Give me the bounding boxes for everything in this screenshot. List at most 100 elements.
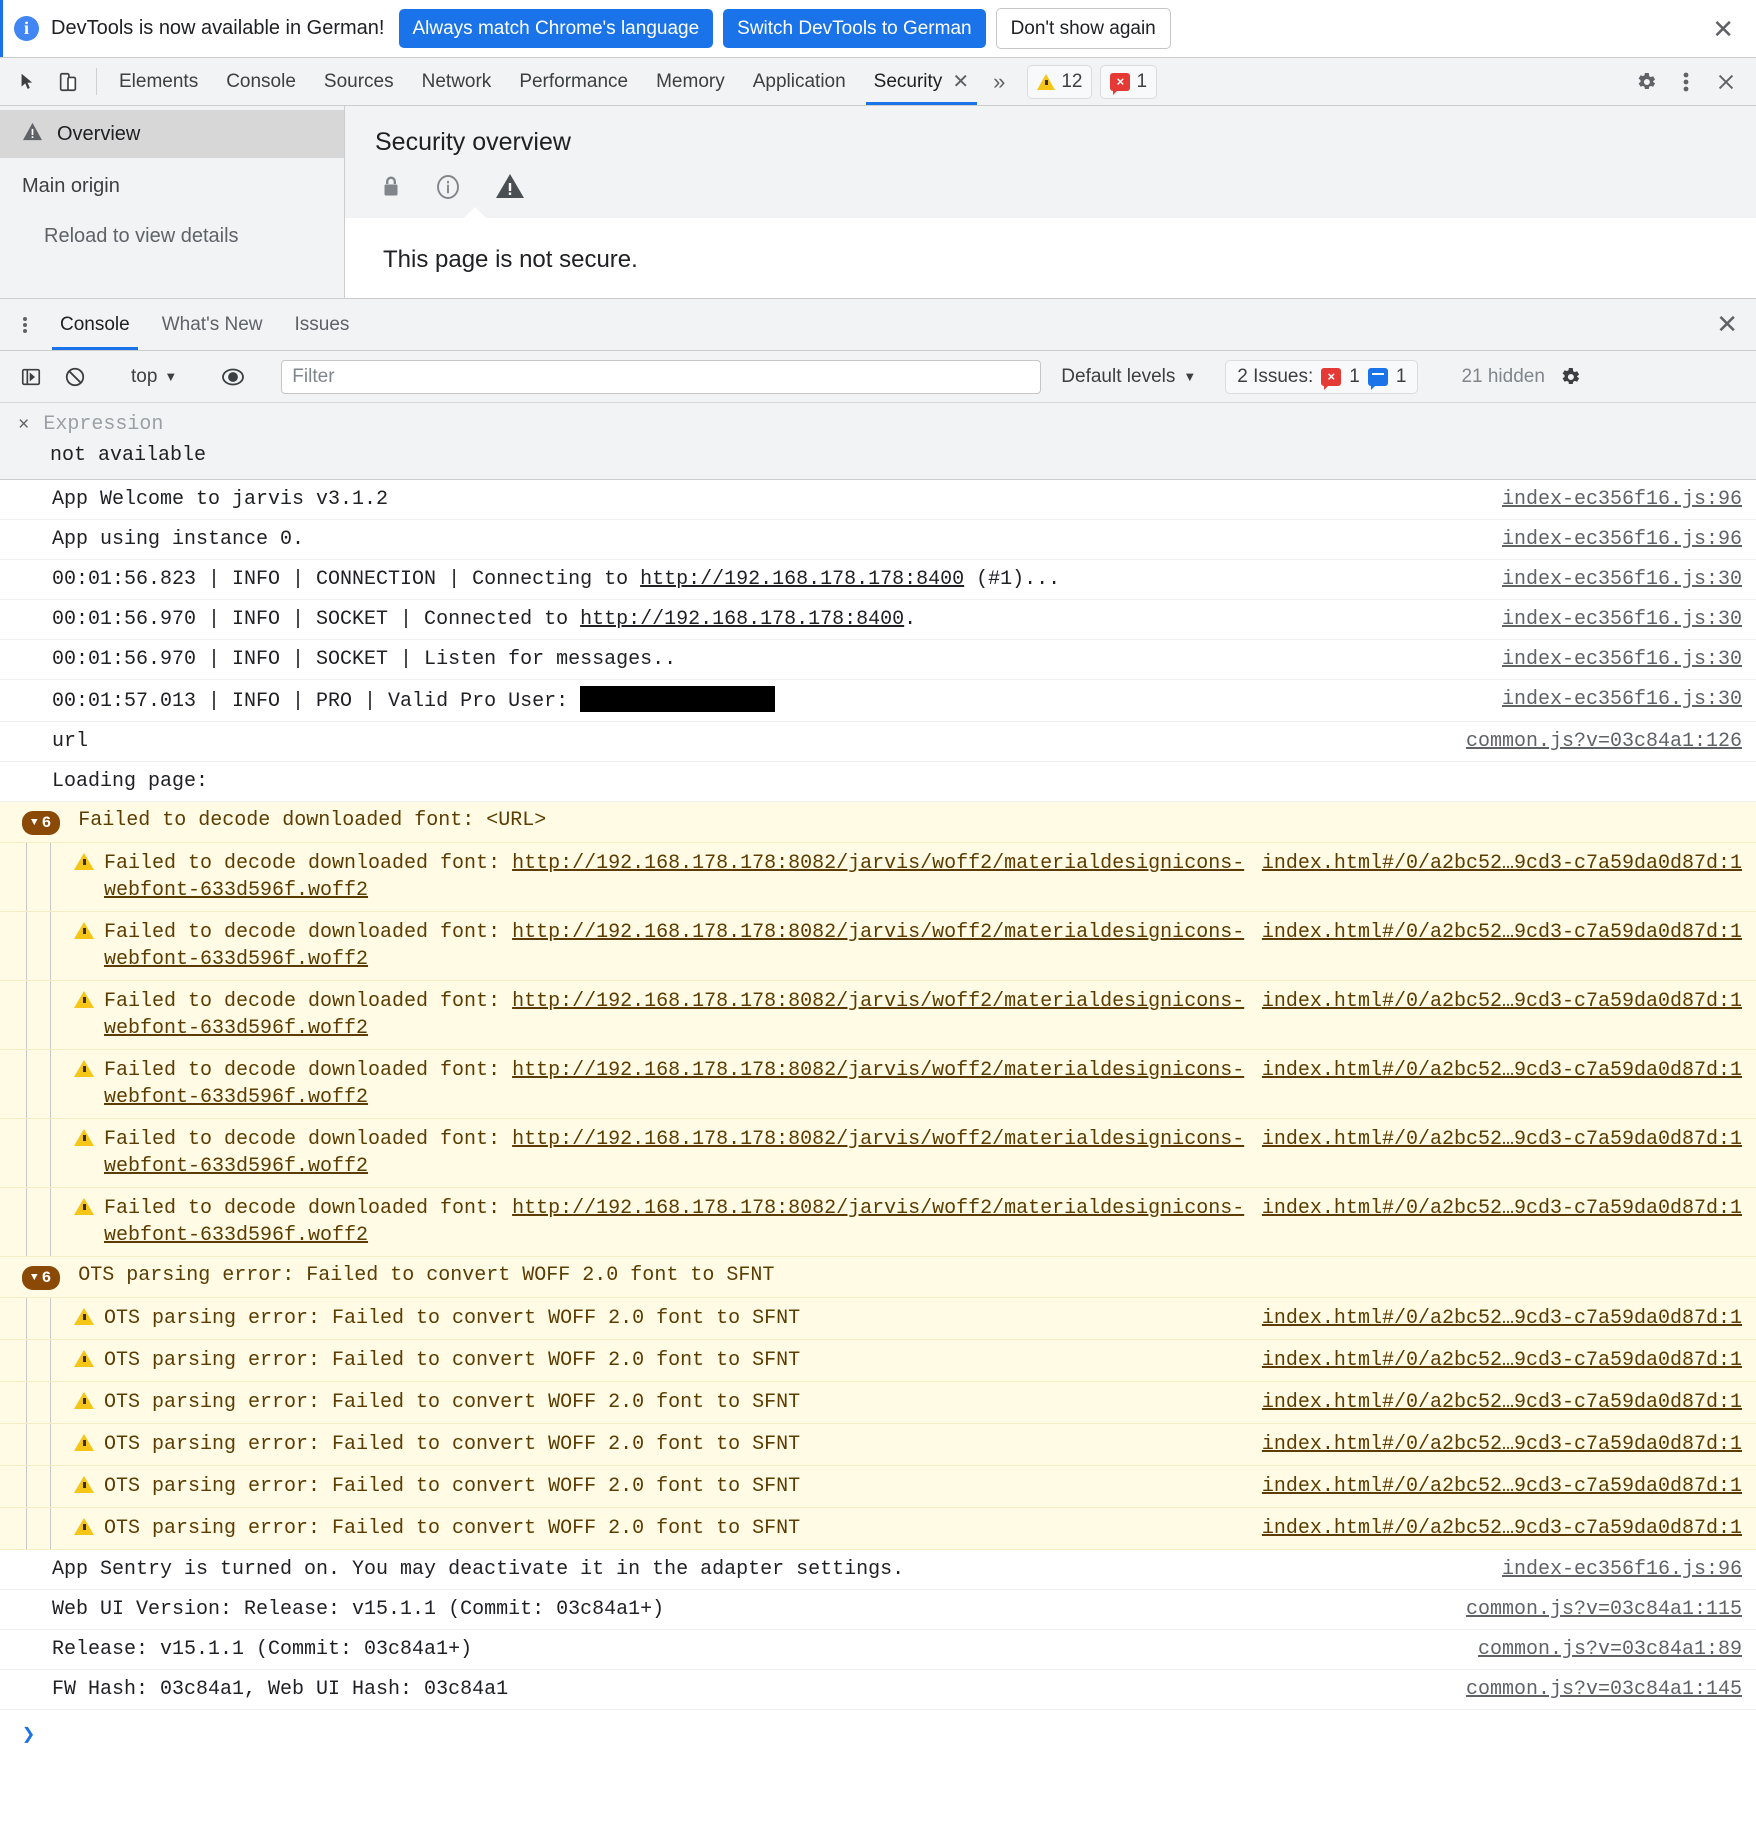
console-log[interactable]: App Welcome to jarvis v3.1.2 index-ec356f… — [0, 480, 1756, 1836]
drawer-tab-console[interactable]: Console — [44, 299, 146, 350]
console-warning-row[interactable]: Failed to decode downloaded font: http:/… — [0, 912, 1756, 981]
console-source-link[interactable]: index.html#/0/a2bc52…9cd3-c7a59da0d87d:1 — [1246, 988, 1742, 1015]
console-warning-row[interactable]: OTS parsing error: Failed to convert WOF… — [0, 1298, 1756, 1340]
console-group-font-decode[interactable]: ▼ 6 Failed to decode downloaded font: <URL… — [0, 802, 1756, 843]
console-source-link[interactable]: index.html#/0/a2bc52…9cd3-c7a59da0d87d:1 — [1246, 850, 1742, 877]
console-warning-row[interactable]: OTS parsing error: Failed to convert WOF… — [0, 1382, 1756, 1424]
issues-button[interactable]: 2 Issues: × 1 1 — [1225, 359, 1419, 394]
group-indent-guides — [0, 912, 74, 980]
console-row[interactable]: Loading page: — [0, 762, 1756, 802]
console-warning-row[interactable]: OTS parsing error: Failed to convert WOF… — [0, 1466, 1756, 1508]
console-row[interactable]: FW Hash: 03c84a1, Web UI Hash: 03c84a1 co… — [0, 1670, 1756, 1710]
console-url-link[interactable]: http://192.168.178.178:8082/jarvis/woff2… — [104, 1128, 1244, 1178]
group-collapse-badge[interactable]: ▼ 6 — [22, 1266, 61, 1290]
kebab-icon[interactable] — [1666, 70, 1706, 94]
console-url-link[interactable]: http://192.168.178.178:8082/jarvis/woff2… — [104, 921, 1244, 971]
always-match-language-button[interactable]: Always match Chrome's language — [398, 8, 714, 49]
sidebar-item-reload-to-view-details[interactable]: Reload to view details — [0, 214, 344, 258]
console-source-link[interactable]: index.html#/0/a2bc52…9cd3-c7a59da0d87d:1 — [1246, 1431, 1742, 1458]
live-expression-placeholder[interactable]: Expression — [43, 413, 163, 436]
live-expression-icon[interactable] — [214, 360, 252, 394]
console-settings-gear-icon[interactable] — [1551, 360, 1589, 394]
console-warning-row[interactable]: Failed to decode downloaded font: http:/… — [0, 981, 1756, 1050]
dont-show-again-button[interactable]: Don't show again — [995, 7, 1171, 50]
console-warning-row[interactable]: Failed to decode downloaded font: http:/… — [0, 1119, 1756, 1188]
filter-input[interactable] — [281, 359, 1042, 394]
console-group-ots-parsing[interactable]: ▼ 6 OTS parsing error: Failed to convert W… — [0, 1257, 1756, 1298]
close-icon[interactable]: ✕ — [1708, 16, 1738, 42]
console-url-link[interactable]: http://192.168.178.178:8082/jarvis/woff2… — [104, 990, 1244, 1040]
show-console-sidebar-icon[interactable] — [12, 360, 50, 394]
console-source-link[interactable]: index.html#/0/a2bc52…9cd3-c7a59da0d87d:1 — [1246, 1057, 1742, 1084]
console-source-link[interactable]: index-ec356f16.js:96 — [1484, 486, 1742, 513]
drawer-menu-icon[interactable] — [6, 299, 44, 350]
console-source-link[interactable]: common.js?v=03c84a1:145 — [1448, 1676, 1742, 1703]
device-toolbar-icon[interactable] — [48, 58, 88, 105]
console-row[interactable]: 00:01:56.970 | INFO | SOCKET | Connected… — [0, 600, 1756, 640]
drawer-tab-issues[interactable]: Issues — [278, 299, 365, 350]
console-row[interactable]: Release: v15.1.1 (Commit: 03c84a1+) commo… — [0, 1630, 1756, 1670]
execution-context-selector[interactable]: top ▼ — [123, 366, 185, 388]
log-levels-selector[interactable]: Default levels ▼ — [1061, 366, 1196, 388]
console-source-link[interactable]: index-ec356f16.js:96 — [1484, 1556, 1742, 1583]
tab-sources[interactable]: Sources — [310, 58, 408, 105]
console-source-link[interactable]: index-ec356f16.js:30 — [1484, 686, 1742, 713]
console-row[interactable]: 00:01:56.970 | INFO | SOCKET | Listen fo… — [0, 640, 1756, 680]
console-warning-row[interactable]: OTS parsing error: Failed to convert WOF… — [0, 1424, 1756, 1466]
close-drawer-icon[interactable]: ✕ — [1716, 299, 1756, 350]
console-warning-row[interactable]: Failed to decode downloaded font: http:/… — [0, 1050, 1756, 1119]
clear-console-icon[interactable] — [56, 360, 94, 394]
console-row[interactable]: App Welcome to jarvis v3.1.2 index-ec356f… — [0, 480, 1756, 520]
console-source-link[interactable]: index-ec356f16.js:30 — [1484, 606, 1742, 633]
tab-elements[interactable]: Elements — [105, 58, 212, 105]
console-source-link[interactable]: common.js?v=03c84a1:89 — [1460, 1636, 1742, 1663]
tab-network[interactable]: Network — [408, 58, 506, 105]
console-row[interactable]: 00:01:56.823 | INFO | CONNECTION | Conne… — [0, 560, 1756, 600]
console-source-link[interactable]: index.html#/0/a2bc52…9cd3-c7a59da0d87d:1 — [1246, 1195, 1742, 1222]
console-source-link[interactable]: index-ec356f16.js:96 — [1484, 526, 1742, 553]
tab-application[interactable]: Application — [739, 58, 860, 105]
console-source-link[interactable]: index.html#/0/a2bc52…9cd3-c7a59da0d87d:1 — [1246, 1305, 1742, 1332]
tab-memory[interactable]: Memory — [642, 58, 739, 105]
group-collapse-badge[interactable]: ▼ 6 — [22, 811, 61, 835]
tab-security[interactable]: Security ✕ — [860, 58, 983, 105]
console-source-link[interactable]: index.html#/0/a2bc52…9cd3-c7a59da0d87d:1 — [1246, 1389, 1742, 1416]
console-warning-row[interactable]: OTS parsing error: Failed to convert WOF… — [0, 1340, 1756, 1382]
console-source-link[interactable]: index.html#/0/a2bc52…9cd3-c7a59da0d87d:1 — [1246, 1347, 1742, 1374]
console-source-link[interactable]: index.html#/0/a2bc52…9cd3-c7a59da0d87d:1 — [1246, 919, 1742, 946]
switch-devtools-language-button[interactable]: Switch DevTools to German — [723, 8, 986, 49]
drawer-tab-whats-new[interactable]: What's New — [146, 299, 279, 350]
console-url-link[interactable]: http://192.168.178.178:8400 — [580, 608, 904, 631]
inspect-element-icon[interactable] — [8, 58, 48, 105]
gear-icon[interactable] — [1626, 70, 1666, 94]
console-source-link[interactable]: index.html#/0/a2bc52…9cd3-c7a59da0d87d:1 — [1246, 1515, 1742, 1542]
error-count-button[interactable]: × 1 — [1100, 64, 1158, 99]
console-row[interactable]: App Sentry is turned on. You may deactiv… — [0, 1550, 1756, 1590]
console-prompt[interactable]: ❯ — [0, 1710, 1756, 1748]
console-source-link[interactable]: index-ec356f16.js:30 — [1484, 566, 1742, 593]
console-warning-row[interactable]: Failed to decode downloaded font: http:/… — [0, 843, 1756, 912]
console-warning-row[interactable]: Failed to decode downloaded font: http:/… — [0, 1188, 1756, 1257]
console-source-link[interactable]: index.html#/0/a2bc52…9cd3-c7a59da0d87d:1 — [1246, 1473, 1742, 1500]
console-row[interactable]: Web UI Version: Release: v15.1.1 (Commit… — [0, 1590, 1756, 1630]
console-source-link[interactable]: common.js?v=03c84a1:126 — [1448, 728, 1742, 755]
console-row[interactable]: 00:01:57.013 | INFO | PRO | Valid Pro Us… — [0, 680, 1756, 722]
warning-count-button[interactable]: 12 — [1027, 64, 1093, 99]
close-icon[interactable]: × — [18, 414, 29, 436]
console-url-link[interactable]: http://192.168.178.178:8082/jarvis/woff2… — [104, 1059, 1244, 1109]
console-row[interactable]: url common.js?v=03c84a1:126 — [0, 722, 1756, 762]
console-source-link[interactable]: index-ec356f16.js:30 — [1484, 646, 1742, 673]
more-tabs-icon[interactable]: » — [983, 58, 1015, 105]
console-row[interactable]: App using instance 0. index-ec356f16.js:9… — [0, 520, 1756, 560]
sidebar-item-overview[interactable]: Overview — [0, 110, 344, 158]
close-icon[interactable]: ✕ — [952, 69, 969, 94]
console-url-link[interactable]: http://192.168.178.178:8082/jarvis/woff2… — [104, 1197, 1244, 1247]
tab-performance[interactable]: Performance — [505, 58, 642, 105]
console-warning-row[interactable]: OTS parsing error: Failed to convert WOF… — [0, 1508, 1756, 1550]
console-source-link[interactable]: common.js?v=03c84a1:115 — [1448, 1596, 1742, 1623]
close-devtools-icon[interactable] — [1706, 71, 1746, 93]
console-source-link[interactable]: index.html#/0/a2bc52…9cd3-c7a59da0d87d:1 — [1246, 1126, 1742, 1153]
tab-console[interactable]: Console — [212, 58, 310, 105]
console-url-link[interactable]: http://192.168.178.178:8400 — [640, 568, 964, 591]
console-url-link[interactable]: http://192.168.178.178:8082/jarvis/woff2… — [104, 852, 1244, 902]
